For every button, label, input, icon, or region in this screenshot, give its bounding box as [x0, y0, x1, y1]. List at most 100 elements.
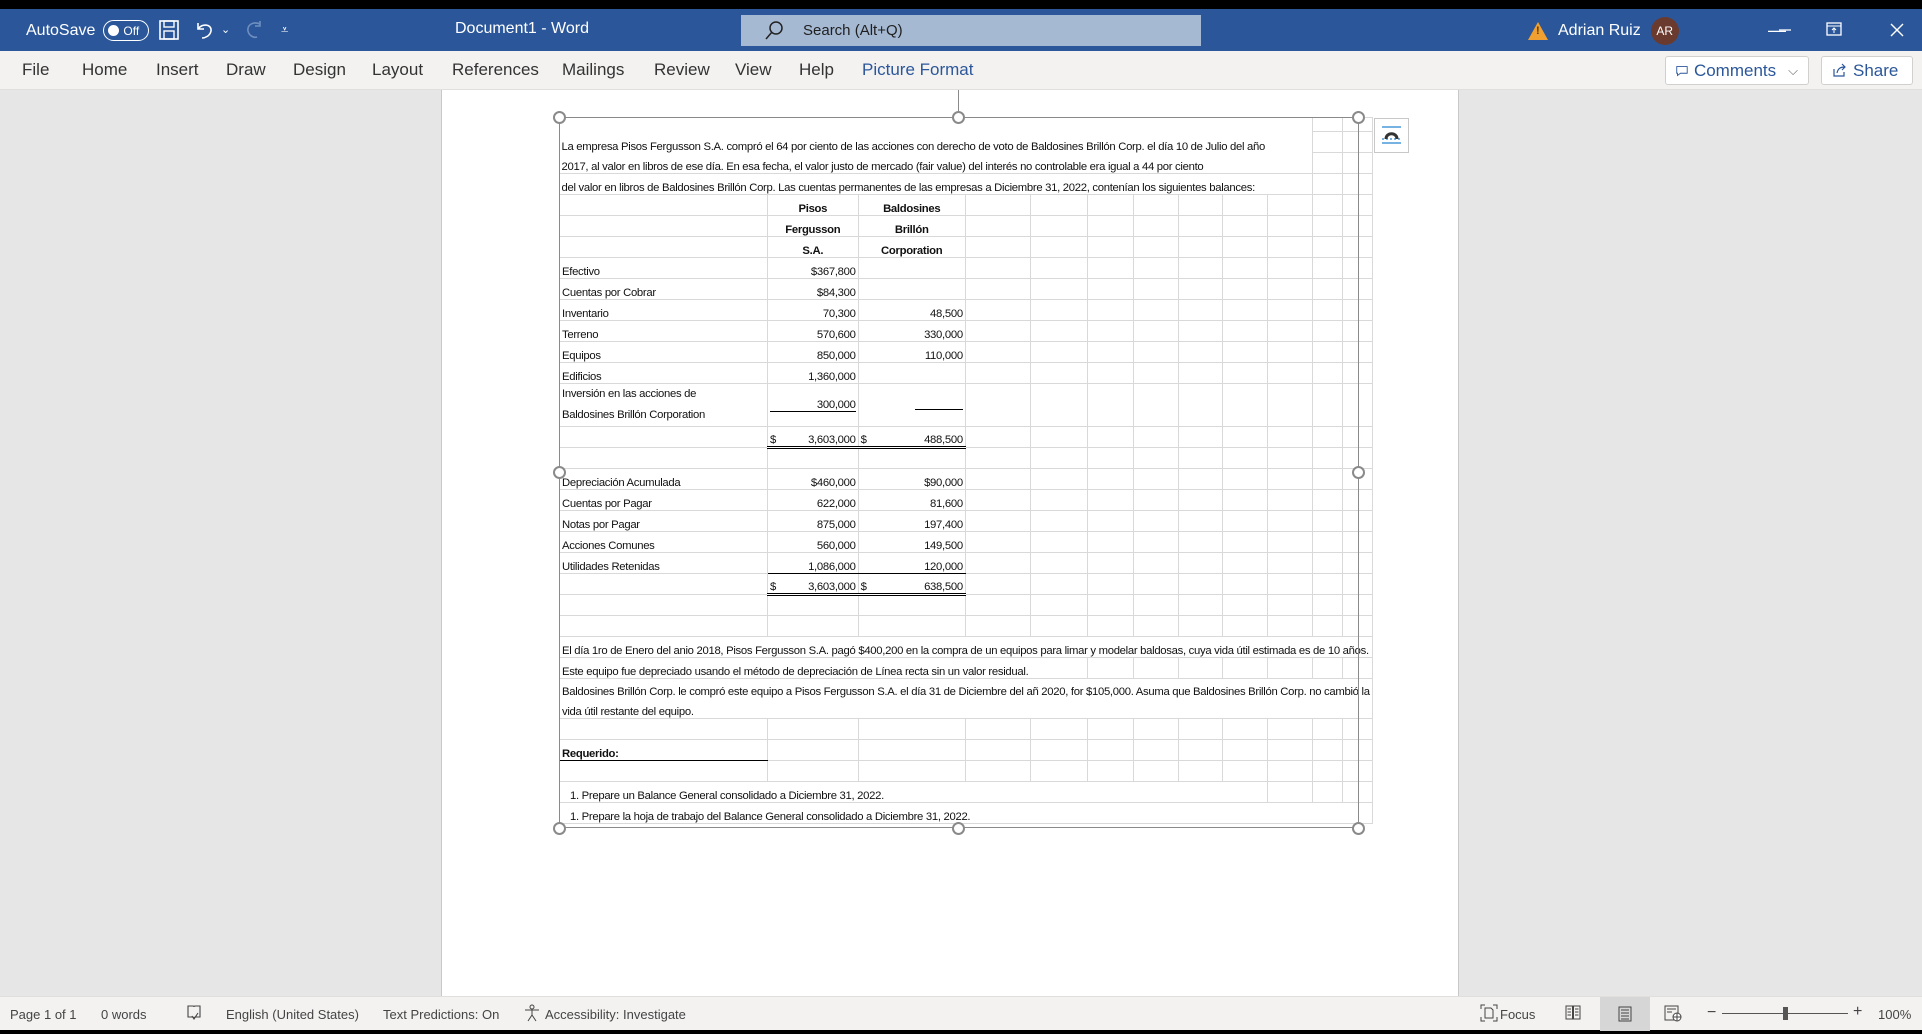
currency-sign: $ — [770, 581, 776, 593]
tab-insert[interactable]: Insert — [156, 60, 199, 80]
document-title: Document1 - Word — [455, 20, 589, 37]
minimize-button[interactable] — [1770, 17, 1800, 43]
read-mode-icon[interactable] — [1565, 1005, 1581, 1023]
proofing-icon[interactable] — [186, 1004, 202, 1024]
worksheet-picture[interactable]: La empresa Pisos Fergusson S.A. compró e… — [558, 117, 1373, 829]
resize-handle-top-right[interactable] — [1352, 111, 1365, 124]
required-row: Requerido: — [558, 739, 1373, 761]
blank-row — [558, 718, 1373, 740]
undo-dropdown-icon[interactable]: ⌄ — [221, 19, 230, 41]
resize-handle-left[interactable] — [553, 466, 566, 479]
table-row: Inversión en las acciones de Baldosines B… — [558, 383, 1373, 427]
resize-handle-bottom[interactable] — [952, 822, 965, 835]
header-pisos-1: Pisos — [767, 194, 859, 216]
liability-value-baldosines: 81,600 — [857, 489, 966, 511]
comments-label: Comments — [1693, 60, 1777, 80]
zoom-level[interactable]: 100% — [1878, 1007, 1911, 1022]
language[interactable]: English (United States) — [226, 1007, 359, 1022]
asset-label: Edificios — [558, 362, 769, 384]
header-pisos-2: Fergusson — [767, 215, 859, 237]
liability-label: Notas por Pagar — [558, 510, 769, 532]
share-button[interactable]: Share — [1821, 56, 1913, 85]
focus-label[interactable]: Focus — [1500, 1007, 1535, 1022]
asset-value-pisos: 570,600 — [767, 320, 859, 342]
table-row: Terreno 570,600 330,000 — [558, 320, 1373, 342]
currency-sign: $ — [860, 581, 867, 593]
liability-value-pisos: $460,000 — [767, 468, 859, 490]
resize-handle-bottom-right[interactable] — [1352, 822, 1365, 835]
asset-value-pisos: 70,300 — [767, 299, 859, 321]
assets-total-pisos: $3,603,000 — [767, 426, 859, 449]
investment-amount: 300,000 — [770, 399, 856, 412]
asset-value-baldosines — [857, 257, 966, 279]
page-count[interactable]: Page 1 of 1 — [10, 1007, 77, 1022]
tab-picture-format[interactable]: Picture Format — [862, 60, 973, 80]
intro-row: La empresa Pisos Fergusson S.A. compró e… — [560, 131, 1373, 153]
resize-handle-bottom-left[interactable] — [553, 822, 566, 835]
autosave-control[interactable]: AutoSave Off — [26, 20, 150, 41]
rotation-handle-line — [958, 90, 959, 112]
zoom-slider-thumb[interactable] — [1783, 1007, 1788, 1020]
asset-value-baldosines: 48,500 — [857, 299, 966, 321]
customize-qat-icon[interactable]: ⩡ — [281, 19, 288, 41]
search-box[interactable]: Search (Alt+Q) — [741, 15, 1201, 46]
ribbon-tabs: File Home Insert Draw Design Layout Refe… — [0, 51, 1922, 90]
tab-file[interactable]: File — [22, 60, 49, 80]
assets-total-baldosines: $488,500 — [857, 426, 966, 449]
asset-label: Inventario — [558, 299, 769, 321]
asset-label: Terreno — [558, 320, 769, 342]
intro-line-3: del valor en libros de Baldosines Brilló… — [559, 173, 1314, 195]
accessibility-status[interactable]: Accessibility: Investigate — [545, 1007, 686, 1022]
web-layout-icon[interactable] — [1664, 1005, 1682, 1025]
paragraph-row: Baldosines Brillón Corp. le compró este … — [559, 678, 1373, 698]
autosave-toggle[interactable]: Off — [103, 20, 150, 41]
zoom-out-button[interactable]: − — [1707, 1004, 1716, 1022]
resize-handle-top-left[interactable] — [553, 111, 566, 124]
tab-review[interactable]: Review — [654, 60, 710, 80]
asset-value-baldosines — [857, 362, 966, 384]
resize-handle-right[interactable] — [1352, 466, 1365, 479]
zoom-slider[interactable] — [1722, 1007, 1848, 1020]
zoom-in-button[interactable]: + — [1853, 1003, 1862, 1021]
tab-home[interactable]: Home — [82, 60, 127, 80]
liability-label: Cuentas por Pagar — [558, 489, 769, 511]
paragraph-row: El día 1ro de Enero del anio 2018, Pisos… — [559, 636, 1373, 658]
asset-value-pisos: $367,800 — [767, 257, 859, 279]
liability-value-pisos: 875,000 — [767, 510, 859, 532]
liabilities-total-baldosines: $638,500 — [857, 573, 966, 596]
print-layout-button[interactable] — [1600, 997, 1650, 1031]
comments-button[interactable]: Comments ⌵ — [1665, 56, 1809, 85]
share-label: Share — [1853, 60, 1899, 80]
resize-handle-top[interactable] — [952, 111, 965, 124]
tab-view[interactable]: View — [735, 60, 772, 80]
text-predictions[interactable]: Text Predictions: On — [383, 1007, 499, 1022]
word-count[interactable]: 0 words — [101, 1007, 147, 1022]
comment-icon — [1676, 65, 1688, 76]
tab-draw[interactable]: Draw — [226, 60, 266, 80]
table-row: Inventario 70,300 48,500 — [558, 299, 1373, 321]
table-row: Cuentas por Pagar 622,000 81,600 — [558, 489, 1373, 511]
layout-options-button[interactable] — [1374, 118, 1409, 153]
save-icon[interactable] — [158, 19, 180, 46]
chevron-down-icon[interactable]: ⌵ — [1788, 63, 1798, 79]
table-row: Equipos 850,000 110,000 — [558, 341, 1373, 363]
tab-references[interactable]: References — [452, 60, 539, 80]
close-button[interactable] — [1882, 17, 1912, 43]
tab-help[interactable]: Help — [799, 60, 834, 80]
asset-value-pisos: 850,000 — [767, 341, 859, 363]
paragraph-line-2: Este equipo fue depreciado usando el mét… — [559, 657, 1031, 679]
asset-value-baldosines: 330,000 — [857, 320, 966, 342]
tab-design[interactable]: Design — [293, 60, 346, 80]
liability-value-baldosines: 120,000 — [857, 552, 966, 574]
focus-icon — [1480, 1004, 1498, 1025]
sheet-row — [560, 117, 1373, 132]
table-row: Cuentas por Cobrar $84,300 — [558, 278, 1373, 300]
table-row: Notas por Pagar 875,000 197,400 — [558, 510, 1373, 532]
undo-icon[interactable] — [194, 19, 216, 46]
currency-sign: $ — [770, 434, 776, 446]
ribbon-display-button-real[interactable] — [1820, 17, 1850, 43]
liability-value-pisos: 622,000 — [767, 489, 859, 511]
tab-mailings[interactable]: Mailings — [562, 60, 624, 80]
tab-layout[interactable]: Layout — [372, 60, 423, 80]
paragraph-line-4: vida útil restante del equipo. — [559, 697, 1373, 719]
